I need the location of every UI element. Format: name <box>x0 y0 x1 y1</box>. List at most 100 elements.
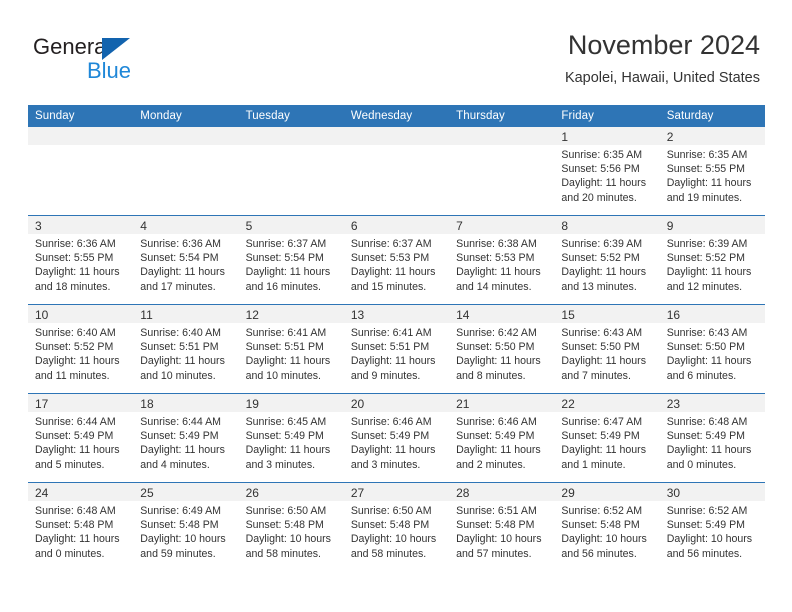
sunset-text: Sunset: 5:50 PM <box>561 341 640 354</box>
sunset-text: Sunset: 5:49 PM <box>666 430 746 443</box>
daylight-text-line2: and 58 minutes. <box>245 547 321 560</box>
day-number: 29 <box>561 486 575 500</box>
daylight-text-line2: and 4 minutes. <box>140 458 210 471</box>
calendar-day-cell[interactable]: 5 Sunrise: 6:37 AM Sunset: 5:54 PM Daylight… <box>238 215 344 305</box>
calendar-day-cell[interactable]: 20 Sunrise: 6:46 AM Sunset: 5:49 PM Dayligh… <box>343 393 450 483</box>
calendar-page: General Blue November 2024 Kapolei, Hawa… <box>0 0 792 612</box>
calendar-day-cell[interactable]: 2 Sunrise: 6:35 AM Sunset: 5:55 PM Daylight… <box>659 126 765 216</box>
day-details: Sunrise: 6:50 AM Sunset: 5:48 PM Daylight:… <box>239 501 344 561</box>
calendar-week-row: 24 Sunrise: 6:48 AM Sunset: 5:48 PM Dayligh… <box>28 482 765 571</box>
sunset-text: Sunset: 5:49 PM <box>35 430 114 443</box>
day-number: 20 <box>350 397 365 411</box>
calendar-day-cell[interactable]: 3 Sunrise: 6:36 AM Sunset: 5:55 PM Daylight… <box>28 215 134 305</box>
daylight-text-line1: Daylight: 11 hours <box>245 266 331 279</box>
day-details: Sunrise: 6:37 AM Sunset: 5:53 PM Daylight:… <box>344 234 449 294</box>
calendar-day-cell[interactable]: 1 Sunrise: 6:35 AM Sunset: 5:56 PM Daylight… <box>554 126 660 216</box>
calendar-day-cell[interactable]: 22 Sunrise: 6:47 AM Sunset: 5:49 PM Dayligh… <box>554 393 660 483</box>
sunrise-text: Sunrise: 6:48 AM <box>666 416 748 428</box>
calendar-day-cell[interactable]: 16 Sunrise: 6:43 AM Sunset: 5:50 PM Dayligh… <box>659 304 765 394</box>
day-number: 4 <box>140 219 147 233</box>
daylight-text-line1: Daylight: 11 hours <box>245 444 331 457</box>
day-number-band: 10 <box>28 305 134 323</box>
day-cell-inner: 5 Sunrise: 6:37 AM Sunset: 5:54 PM Daylight… <box>238 216 344 304</box>
calendar-day-cell[interactable]: 12 Sunrise: 6:41 AM Sunset: 5:51 PM Dayligh… <box>238 304 344 394</box>
daylight-text-line1: Daylight: 11 hours <box>35 533 120 546</box>
daylight-text-line1: Daylight: 11 hours <box>350 266 436 279</box>
day-cell-inner: 6 Sunrise: 6:37 AM Sunset: 5:53 PM Daylight… <box>343 216 450 304</box>
day-details: Sunrise: 6:35 AM Sunset: 5:56 PM Daylight:… <box>554 145 659 205</box>
day-number-band <box>343 127 450 145</box>
daylight-text-line1: Daylight: 10 hours <box>245 533 331 546</box>
sunrise-text: Sunrise: 6:49 AM <box>140 505 221 517</box>
sunset-text: Sunset: 5:55 PM <box>35 252 114 265</box>
day-number: 2 <box>666 130 674 144</box>
day-details: Sunrise: 6:37 AM Sunset: 5:54 PM Daylight:… <box>239 234 344 294</box>
calendar-day-cell[interactable]: 9 Sunrise: 6:39 AM Sunset: 5:52 PM Daylight… <box>659 215 765 305</box>
calendar-day-cell[interactable]: 21 Sunrise: 6:46 AM Sunset: 5:49 PM Dayligh… <box>449 393 555 483</box>
calendar-day-cell[interactable]: 30 Sunrise: 6:52 AM Sunset: 5:49 PM Dayligh… <box>659 482 765 571</box>
day-cell-inner: 10 Sunrise: 6:40 AM Sunset: 5:52 PM Dayligh… <box>28 305 134 393</box>
weekday-header-saturday: Saturday <box>659 105 765 127</box>
day-number-band: 2 <box>659 127 765 145</box>
calendar-day-cell[interactable]: 19 Sunrise: 6:45 AM Sunset: 5:49 PM Dayligh… <box>238 393 344 483</box>
day-details: Sunrise: 6:40 AM Sunset: 5:52 PM Daylight:… <box>28 323 133 383</box>
sunrise-text: Sunrise: 6:48 AM <box>35 505 116 517</box>
daylight-text-line1: Daylight: 11 hours <box>561 444 647 457</box>
day-number-band: 27 <box>343 483 450 501</box>
daylight-text-line2: and 0 minutes. <box>666 458 737 471</box>
sunset-text: Sunset: 5:51 PM <box>350 341 430 354</box>
day-cell-inner: 16 Sunrise: 6:43 AM Sunset: 5:50 PM Dayligh… <box>659 305 765 393</box>
logo-text-general: General <box>33 34 112 59</box>
daylight-text-line2: and 17 minutes. <box>140 280 216 293</box>
sunset-text: Sunset: 5:49 PM <box>561 430 640 443</box>
sunrise-text: Sunrise: 6:45 AM <box>245 416 327 428</box>
daylight-text-line2: and 20 minutes. <box>561 191 637 204</box>
day-cell-inner: 27 Sunrise: 6:50 AM Sunset: 5:48 PM Dayligh… <box>343 483 450 571</box>
day-number-band: 29 <box>554 483 660 501</box>
calendar-day-cell[interactable]: 25 Sunrise: 6:49 AM Sunset: 5:48 PM Dayligh… <box>133 482 239 571</box>
day-details: Sunrise: 6:41 AM Sunset: 5:51 PM Daylight:… <box>239 323 344 383</box>
day-number: 13 <box>350 308 365 322</box>
day-details: Sunrise: 6:35 AM Sunset: 5:55 PM Daylight:… <box>660 145 765 205</box>
sunrise-text: Sunrise: 6:52 AM <box>561 505 643 517</box>
weekday-header-tuesday: Tuesday <box>238 105 344 127</box>
calendar-day-cell[interactable]: 8 Sunrise: 6:39 AM Sunset: 5:52 PM Daylight… <box>554 215 660 305</box>
daylight-text-line2: and 58 minutes. <box>350 547 427 560</box>
calendar-day-cell[interactable]: 6 Sunrise: 6:37 AM Sunset: 5:53 PM Daylight… <box>343 215 450 305</box>
calendar-day-cell[interactable]: 18 Sunrise: 6:44 AM Sunset: 5:49 PM Dayligh… <box>133 393 239 483</box>
calendar-day-cell[interactable]: 24 Sunrise: 6:48 AM Sunset: 5:48 PM Dayligh… <box>28 482 134 571</box>
calendar-day-cell[interactable]: 29 Sunrise: 6:52 AM Sunset: 5:48 PM Dayligh… <box>554 482 660 571</box>
calendar-day-cell[interactable]: 15 Sunrise: 6:43 AM Sunset: 5:50 PM Dayligh… <box>554 304 660 394</box>
calendar-day-cell[interactable]: 26 Sunrise: 6:50 AM Sunset: 5:48 PM Dayligh… <box>238 482 344 571</box>
day-number-band: 12 <box>238 305 344 323</box>
day-cell-inner: 11 Sunrise: 6:40 AM Sunset: 5:51 PM Dayligh… <box>133 305 239 393</box>
day-details: Sunrise: 6:41 AM Sunset: 5:51 PM Daylight:… <box>344 323 449 383</box>
calendar-day-cell[interactable]: 14 Sunrise: 6:42 AM Sunset: 5:50 PM Dayligh… <box>449 304 555 394</box>
day-cell-inner: 7 Sunrise: 6:38 AM Sunset: 5:53 PM Daylight… <box>449 216 555 304</box>
day-details <box>239 145 344 148</box>
sunrise-text: Sunrise: 6:36 AM <box>35 238 116 250</box>
calendar-day-cell[interactable]: 17 Sunrise: 6:44 AM Sunset: 5:49 PM Dayligh… <box>28 393 134 483</box>
day-number-band <box>449 127 555 145</box>
day-details: Sunrise: 6:46 AM Sunset: 5:49 PM Daylight:… <box>344 412 449 472</box>
day-cell-inner: 2 Sunrise: 6:35 AM Sunset: 5:55 PM Daylight… <box>659 127 765 215</box>
calendar-day-cell[interactable]: 7 Sunrise: 6:38 AM Sunset: 5:53 PM Daylight… <box>449 215 555 305</box>
day-number-band: 6 <box>343 216 450 234</box>
day-number-band: 21 <box>449 394 555 412</box>
daylight-text-line2: and 18 minutes. <box>35 280 111 293</box>
calendar-day-cell[interactable]: 11 Sunrise: 6:40 AM Sunset: 5:51 PM Dayligh… <box>133 304 239 394</box>
calendar-day-cell[interactable]: 28 Sunrise: 6:51 AM Sunset: 5:48 PM Dayligh… <box>449 482 555 571</box>
calendar-day-cell[interactable]: 4 Sunrise: 6:36 AM Sunset: 5:54 PM Daylight… <box>133 215 239 305</box>
daylight-text-line1: Daylight: 10 hours <box>666 533 753 546</box>
general-blue-logo[interactable]: General Blue <box>33 34 203 86</box>
calendar-day-cell[interactable]: 23 Sunrise: 6:48 AM Sunset: 5:49 PM Dayligh… <box>659 393 765 483</box>
daylight-text-line2: and 19 minutes. <box>666 191 743 204</box>
day-number-band: 25 <box>133 483 239 501</box>
calendar-day-cell[interactable]: 27 Sunrise: 6:50 AM Sunset: 5:48 PM Dayligh… <box>343 482 450 571</box>
day-cell-inner: 23 Sunrise: 6:48 AM Sunset: 5:49 PM Dayligh… <box>659 394 765 482</box>
daylight-text-line1: Daylight: 11 hours <box>35 444 120 457</box>
calendar-day-cell-empty <box>238 126 344 216</box>
calendar-day-cell[interactable]: 10 Sunrise: 6:40 AM Sunset: 5:52 PM Dayligh… <box>28 304 134 394</box>
daylight-text-line2: and 10 minutes. <box>245 369 321 382</box>
calendar-day-cell[interactable]: 13 Sunrise: 6:41 AM Sunset: 5:51 PM Dayligh… <box>343 304 450 394</box>
